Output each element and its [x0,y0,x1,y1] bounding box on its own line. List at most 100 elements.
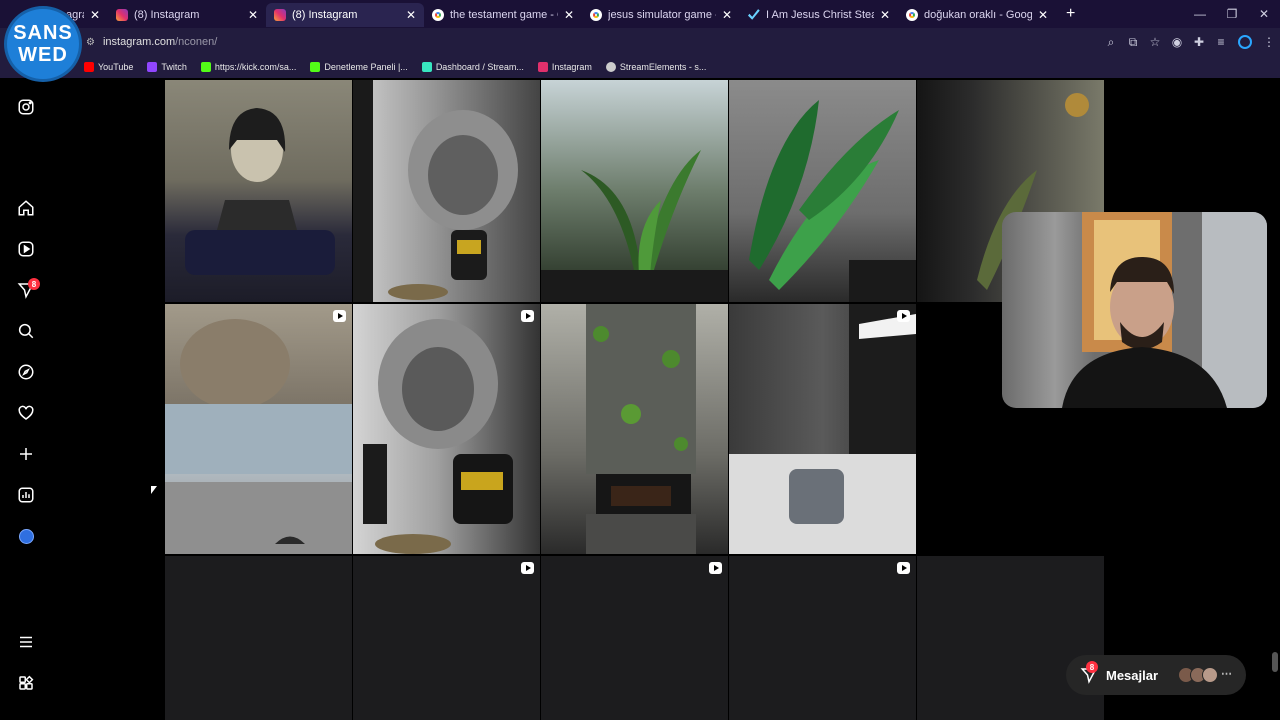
post-thumbnail[interactable] [165,80,352,302]
messages-label: Mesajlar [1106,667,1159,683]
puzzle-icon[interactable]: ✚ [1188,35,1210,49]
close-window-icon[interactable]: ✕ [1248,7,1280,21]
tab-close-icon[interactable]: ✕ [880,8,890,22]
tab-close-icon[interactable]: ✕ [90,8,100,22]
tab-title: jesus simulator game - Google [608,9,716,21]
kick-icon [310,62,321,72]
post-thumbnail[interactable] [541,304,728,554]
message-avatars: ⋯ [1178,667,1232,683]
search-icon[interactable] [17,322,35,340]
portrait-mural-image [185,108,335,275]
new-tab-icon[interactable]: + [1066,5,1075,23]
explore-compass-icon[interactable] [17,363,35,381]
steam-icon [748,9,760,20]
post-thumbnail[interactable] [729,304,916,554]
instagram-logo-icon[interactable] [17,98,35,116]
bookmark-dashboard[interactable]: Dashboard / Stream... [421,62,524,72]
reel-icon [897,562,910,574]
address-bar-row: ⚙ instagram.com /nconen/ [0,28,1280,56]
bookmark-kick[interactable]: https://kick.com/sa... [200,62,297,72]
bookmark-label: Denetleme Paneli |... [324,62,408,72]
browser-tab[interactable]: jesus simulator game - Google ✕ [582,3,740,27]
fireplace-image [586,304,696,554]
streamer-webcam-image [1062,212,1267,408]
twitch-icon [147,62,158,72]
home-icon[interactable] [17,199,35,217]
post-thumbnail-loading[interactable] [729,556,916,720]
tab-close-icon[interactable]: ✕ [406,8,416,22]
restore-icon[interactable]: ❐ [1216,7,1248,21]
dashboard-chart-icon[interactable] [17,486,35,504]
tab-title: (8) Instagram [134,9,200,21]
minimize-icon[interactable]: — [1184,7,1216,21]
zoom-icon[interactable]: ⌕ [1100,35,1122,50]
plants-image [541,150,728,302]
browser-tab[interactable]: I Am Jesus Christ Steam'de ✕ [740,3,898,27]
post-thumbnail[interactable] [353,80,540,302]
tab-close-icon[interactable]: ✕ [1038,8,1048,22]
reel-icon [709,562,722,574]
profile-avatar[interactable] [19,529,34,544]
heart-icon[interactable] [17,404,35,422]
statue-mural-image [363,319,513,554]
leaf-mural-image [749,100,916,302]
apps-grid-icon[interactable] [17,674,35,692]
hallway-ottoman-image [729,304,916,554]
notification-badge: 8 [28,278,40,290]
bookmark-label: StreamElements - s... [619,62,707,72]
messages-button[interactable]: 8 Mesajlar ⋯ [1066,655,1246,695]
webcam-overlay [1002,212,1267,408]
post-thumbnail[interactable] [165,304,352,554]
reel-icon [521,310,534,322]
bookmark-twitch[interactable]: Twitch [147,62,187,72]
bookmark-label: Dashboard / Stream... [435,62,524,72]
url-path: /nconen/ [175,36,218,48]
instagram-icon [274,9,286,21]
hamburger-menu-icon[interactable] [17,633,35,651]
bookmark-label: YouTube [98,62,134,72]
browser-tab-active[interactable]: (8) Instagram ✕ [266,3,424,27]
profile-avatar-icon[interactable] [1238,35,1252,49]
bookmark-streamelements[interactable]: StreamElements - s... [605,62,707,72]
bookmarks-bar: YouTube Twitch https://kick.com/sa... De… [0,56,1280,78]
post-thumbnail-loading[interactable] [165,556,352,720]
post-thumbnail-loading[interactable] [353,556,540,720]
menu-kebab-icon[interactable]: ⋮ [1258,35,1280,49]
bookmark-label: Instagram [551,62,592,72]
scrollbar-thumb[interactable] [1272,652,1278,672]
tab-title: (8) Instagram [292,9,358,21]
streamelements-icon [605,62,616,72]
kick-icon [200,62,211,72]
google-icon [432,9,444,21]
tab-close-icon[interactable]: ✕ [722,8,732,22]
post-thumbnail[interactable] [729,80,916,302]
post-thumbnail[interactable] [353,304,540,554]
tab-title: I Am Jesus Christ Steam'de [766,9,874,21]
reels-icon[interactable] [17,240,35,258]
install-app-icon[interactable]: ⧉ [1122,35,1144,50]
bookmark-star-icon[interactable]: ☆ [1144,35,1166,49]
browser-tab[interactable]: doğukan oraklı - Google'da Ara ✕ [898,3,1056,27]
bookmark-label: https://kick.com/sa... [214,62,297,72]
tab-close-icon[interactable]: ✕ [564,8,574,22]
tab-close-icon[interactable]: ✕ [248,8,258,22]
post-thumbnail-loading[interactable] [917,556,1104,720]
site-info-icon[interactable]: ⚙ [86,37,95,48]
browser-tab[interactable]: (8) Instagram ✕ [108,3,266,27]
media-control-icon[interactable]: ≡ [1210,35,1232,49]
statue-mural-image [353,80,518,302]
address-bar[interactable]: ⚙ instagram.com /nconen/ [86,32,1146,52]
bookmark-youtube[interactable]: YouTube [84,62,133,72]
post-thumbnail-loading[interactable] [541,556,728,720]
bookmark-denetleme[interactable]: Denetleme Paneli |... [310,62,408,72]
avatar [1202,667,1218,683]
more-icon: ⋯ [1221,668,1232,680]
bookmark-instagram[interactable]: Instagram [537,62,592,72]
post-thumbnail[interactable] [541,80,728,302]
create-plus-icon[interactable] [17,445,35,463]
youtube-icon [84,62,94,72]
reel-icon [897,310,910,322]
profile-post-grid [165,80,1105,720]
extension-icon[interactable]: ◉ [1166,35,1188,49]
browser-tab[interactable]: the testament game - Google ✕ [424,3,582,27]
